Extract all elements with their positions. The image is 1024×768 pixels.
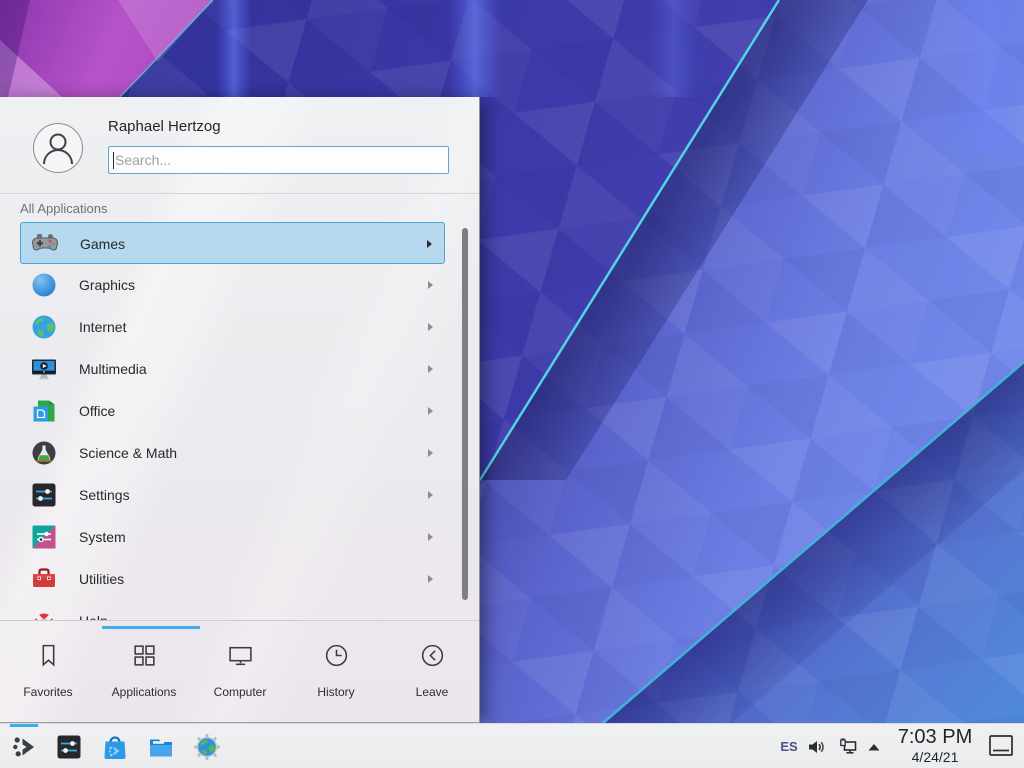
show-desktop-button[interactable] xyxy=(988,734,1014,758)
category-office[interactable]: Office xyxy=(20,390,445,432)
tabbar-divider xyxy=(0,620,479,621)
category-internet[interactable]: Internet xyxy=(20,306,445,348)
tab-leave[interactable]: Leave xyxy=(384,637,480,707)
submenu-arrow-icon xyxy=(425,364,435,374)
tab-computer[interactable]: Computer xyxy=(192,637,288,707)
help-icon xyxy=(30,607,58,620)
submenu-arrow-icon xyxy=(425,280,435,290)
category-list: Games Graphics xyxy=(0,97,479,620)
tab-label: Computer xyxy=(192,685,288,699)
desktop: Raphael Hertzog All Applications xyxy=(0,0,1024,768)
leave-icon xyxy=(419,642,446,669)
active-tab-indicator xyxy=(102,626,200,629)
tab-history[interactable]: History xyxy=(288,637,384,707)
science-icon xyxy=(30,439,58,467)
internet-icon xyxy=(30,313,58,341)
category-label: Office xyxy=(79,403,115,419)
category-games[interactable]: Games xyxy=(20,222,445,264)
category-graphics[interactable]: Graphics xyxy=(20,264,445,306)
submenu-arrow-icon xyxy=(425,532,435,542)
category-system[interactable]: System xyxy=(20,516,445,558)
system-settings-button[interactable] xyxy=(55,733,83,761)
category-science-math[interactable]: Science & Math xyxy=(20,432,445,474)
tab-label: Applications xyxy=(96,685,192,699)
tab-label: Leave xyxy=(384,685,480,699)
category-label: System xyxy=(79,529,126,545)
settings-icon xyxy=(30,481,58,509)
category-label: Graphics xyxy=(79,277,135,293)
submenu-arrow-icon xyxy=(425,322,435,332)
category-settings[interactable]: Settings xyxy=(20,474,445,516)
application-launcher-button[interactable] xyxy=(10,733,38,761)
file-manager-button[interactable] xyxy=(147,733,175,761)
show-desktop-icon xyxy=(988,734,1014,758)
submenu-arrow-icon xyxy=(425,490,435,500)
category-label: Science & Math xyxy=(79,445,177,461)
volume-icon[interactable] xyxy=(806,737,826,757)
category-utilities[interactable]: Utilities xyxy=(20,558,445,600)
category-label: Settings xyxy=(79,487,130,503)
submenu-arrow-icon xyxy=(425,406,435,416)
submenu-arrow-icon xyxy=(424,239,434,249)
graphics-icon xyxy=(30,271,58,299)
list-scrollbar[interactable] xyxy=(462,228,468,600)
system-settings-icon xyxy=(55,733,83,761)
submenu-arrow-icon xyxy=(425,448,435,458)
category-multimedia[interactable]: Multimedia xyxy=(20,348,445,390)
tab-favorites[interactable]: Favorites xyxy=(0,637,96,707)
multimedia-icon xyxy=(30,355,58,383)
category-label: Multimedia xyxy=(79,361,147,377)
discover-icon xyxy=(101,733,129,761)
web-browser-button[interactable] xyxy=(193,733,221,761)
launcher-active-indicator xyxy=(10,724,38,727)
tab-applications[interactable]: Applications xyxy=(96,637,192,707)
clock-date: 4/24/21 xyxy=(888,749,982,766)
tab-label: History xyxy=(288,685,384,699)
office-icon xyxy=(30,397,58,425)
taskbar-panel: ES 7:03 PM 4/24/21 xyxy=(0,723,1024,768)
tray-expander-icon[interactable] xyxy=(866,740,886,760)
category-label: Utilities xyxy=(79,571,124,587)
submenu-arrow-icon xyxy=(425,574,435,584)
category-label: Help xyxy=(79,613,108,620)
application-launcher-menu: Raphael Hertzog All Applications xyxy=(0,97,480,723)
kde-launcher-icon xyxy=(10,733,38,761)
category-label: Internet xyxy=(79,319,126,335)
bookmark-icon xyxy=(35,642,62,669)
games-icon xyxy=(31,229,59,257)
digital-clock[interactable]: 7:03 PM 4/24/21 xyxy=(888,726,982,766)
clock-time: 7:03 PM xyxy=(888,726,982,749)
system-icon xyxy=(30,523,58,551)
network-icon[interactable] xyxy=(838,737,858,757)
monitor-icon xyxy=(227,642,254,669)
category-label: Games xyxy=(80,236,125,252)
folder-icon xyxy=(147,733,175,761)
keyboard-layout-indicator[interactable]: ES xyxy=(776,739,802,754)
clock-icon xyxy=(323,642,350,669)
category-help[interactable]: Help xyxy=(20,600,445,620)
grid-icon xyxy=(131,642,158,669)
discover-button[interactable] xyxy=(101,733,129,761)
utilities-icon xyxy=(30,565,58,593)
tab-label: Favorites xyxy=(0,685,96,699)
globe-browser-icon xyxy=(193,733,221,761)
